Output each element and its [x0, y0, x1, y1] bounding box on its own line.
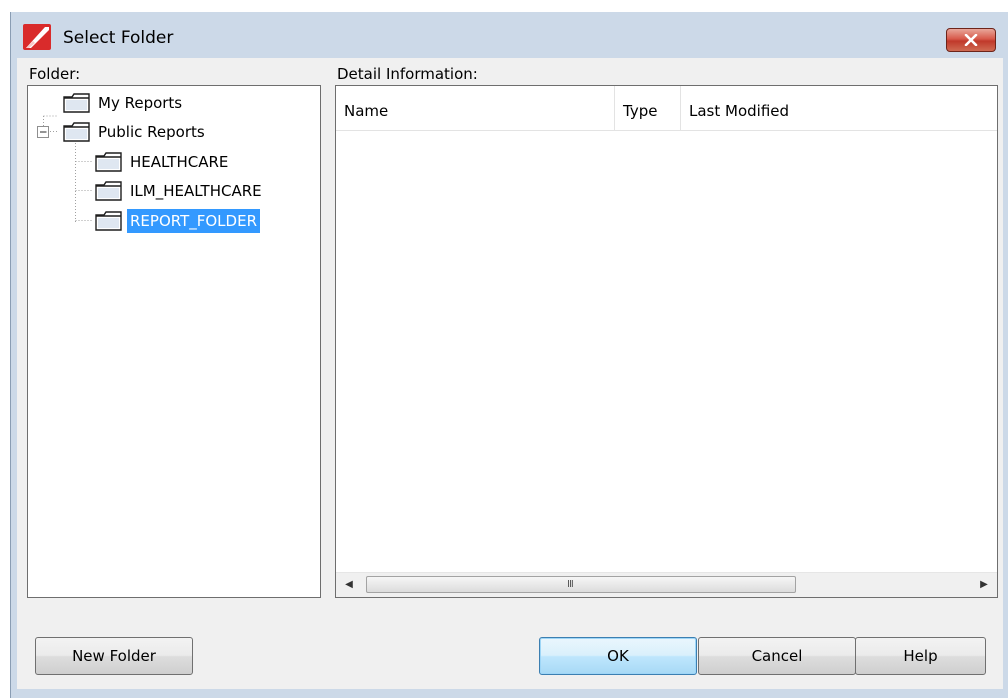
title-bar[interactable]: Select Folder [11, 12, 1008, 58]
dialog-window: Select Folder Folder: Detail Information… [10, 12, 1008, 698]
folder-tree[interactable]: My Reports Public Reports HEALTHCARE ILM… [27, 85, 321, 598]
folder-icon [95, 181, 122, 201]
scroll-left-arrow-icon[interactable]: ◀ [338, 573, 360, 597]
scrollbar-thumb[interactable]: III [366, 576, 796, 593]
tree-item-label: HEALTHCARE [130, 153, 229, 171]
horizontal-scrollbar[interactable]: ◀ III ▶ [336, 572, 997, 597]
tree-item-label: My Reports [98, 94, 183, 112]
tree-item-label: REPORT_FOLDER [127, 209, 260, 233]
new-folder-button[interactable]: New Folder [35, 637, 193, 675]
cancel-button[interactable]: Cancel [698, 637, 856, 675]
help-button[interactable]: Help [855, 637, 986, 675]
close-icon [964, 34, 978, 46]
ok-button[interactable]: OK [539, 637, 697, 675]
window-frame-bottom [11, 689, 1008, 698]
red-app-logo-icon [23, 24, 51, 50]
column-header-type[interactable]: Type [615, 86, 680, 130]
folder-icon [95, 211, 122, 231]
folder-icon [95, 152, 122, 172]
folder-icon [63, 122, 90, 142]
column-header-name[interactable]: Name [336, 86, 614, 130]
scroll-right-arrow-icon[interactable]: ▶ [973, 573, 995, 597]
window-title: Select Folder [63, 28, 174, 48]
tree-item-label: Public Reports [98, 123, 205, 141]
table-header: Name Type Last Modified [336, 86, 997, 131]
tree-item-label: ILM_HEALTHCARE [130, 182, 262, 200]
close-button[interactable] [946, 28, 996, 52]
column-header-last-modified[interactable]: Last Modified [681, 86, 997, 130]
dialog-content: Folder: Detail Information: My Reports P… [17, 58, 1003, 689]
collapse-toggle[interactable] [37, 126, 49, 138]
folder-label: Folder: [29, 65, 81, 83]
detail-table[interactable]: Name Type Last Modified ◀ III ▶ [335, 85, 998, 598]
detail-information-label: Detail Information: [337, 65, 478, 83]
folder-icon [63, 93, 90, 113]
scrollbar-grip: III [567, 579, 574, 590]
